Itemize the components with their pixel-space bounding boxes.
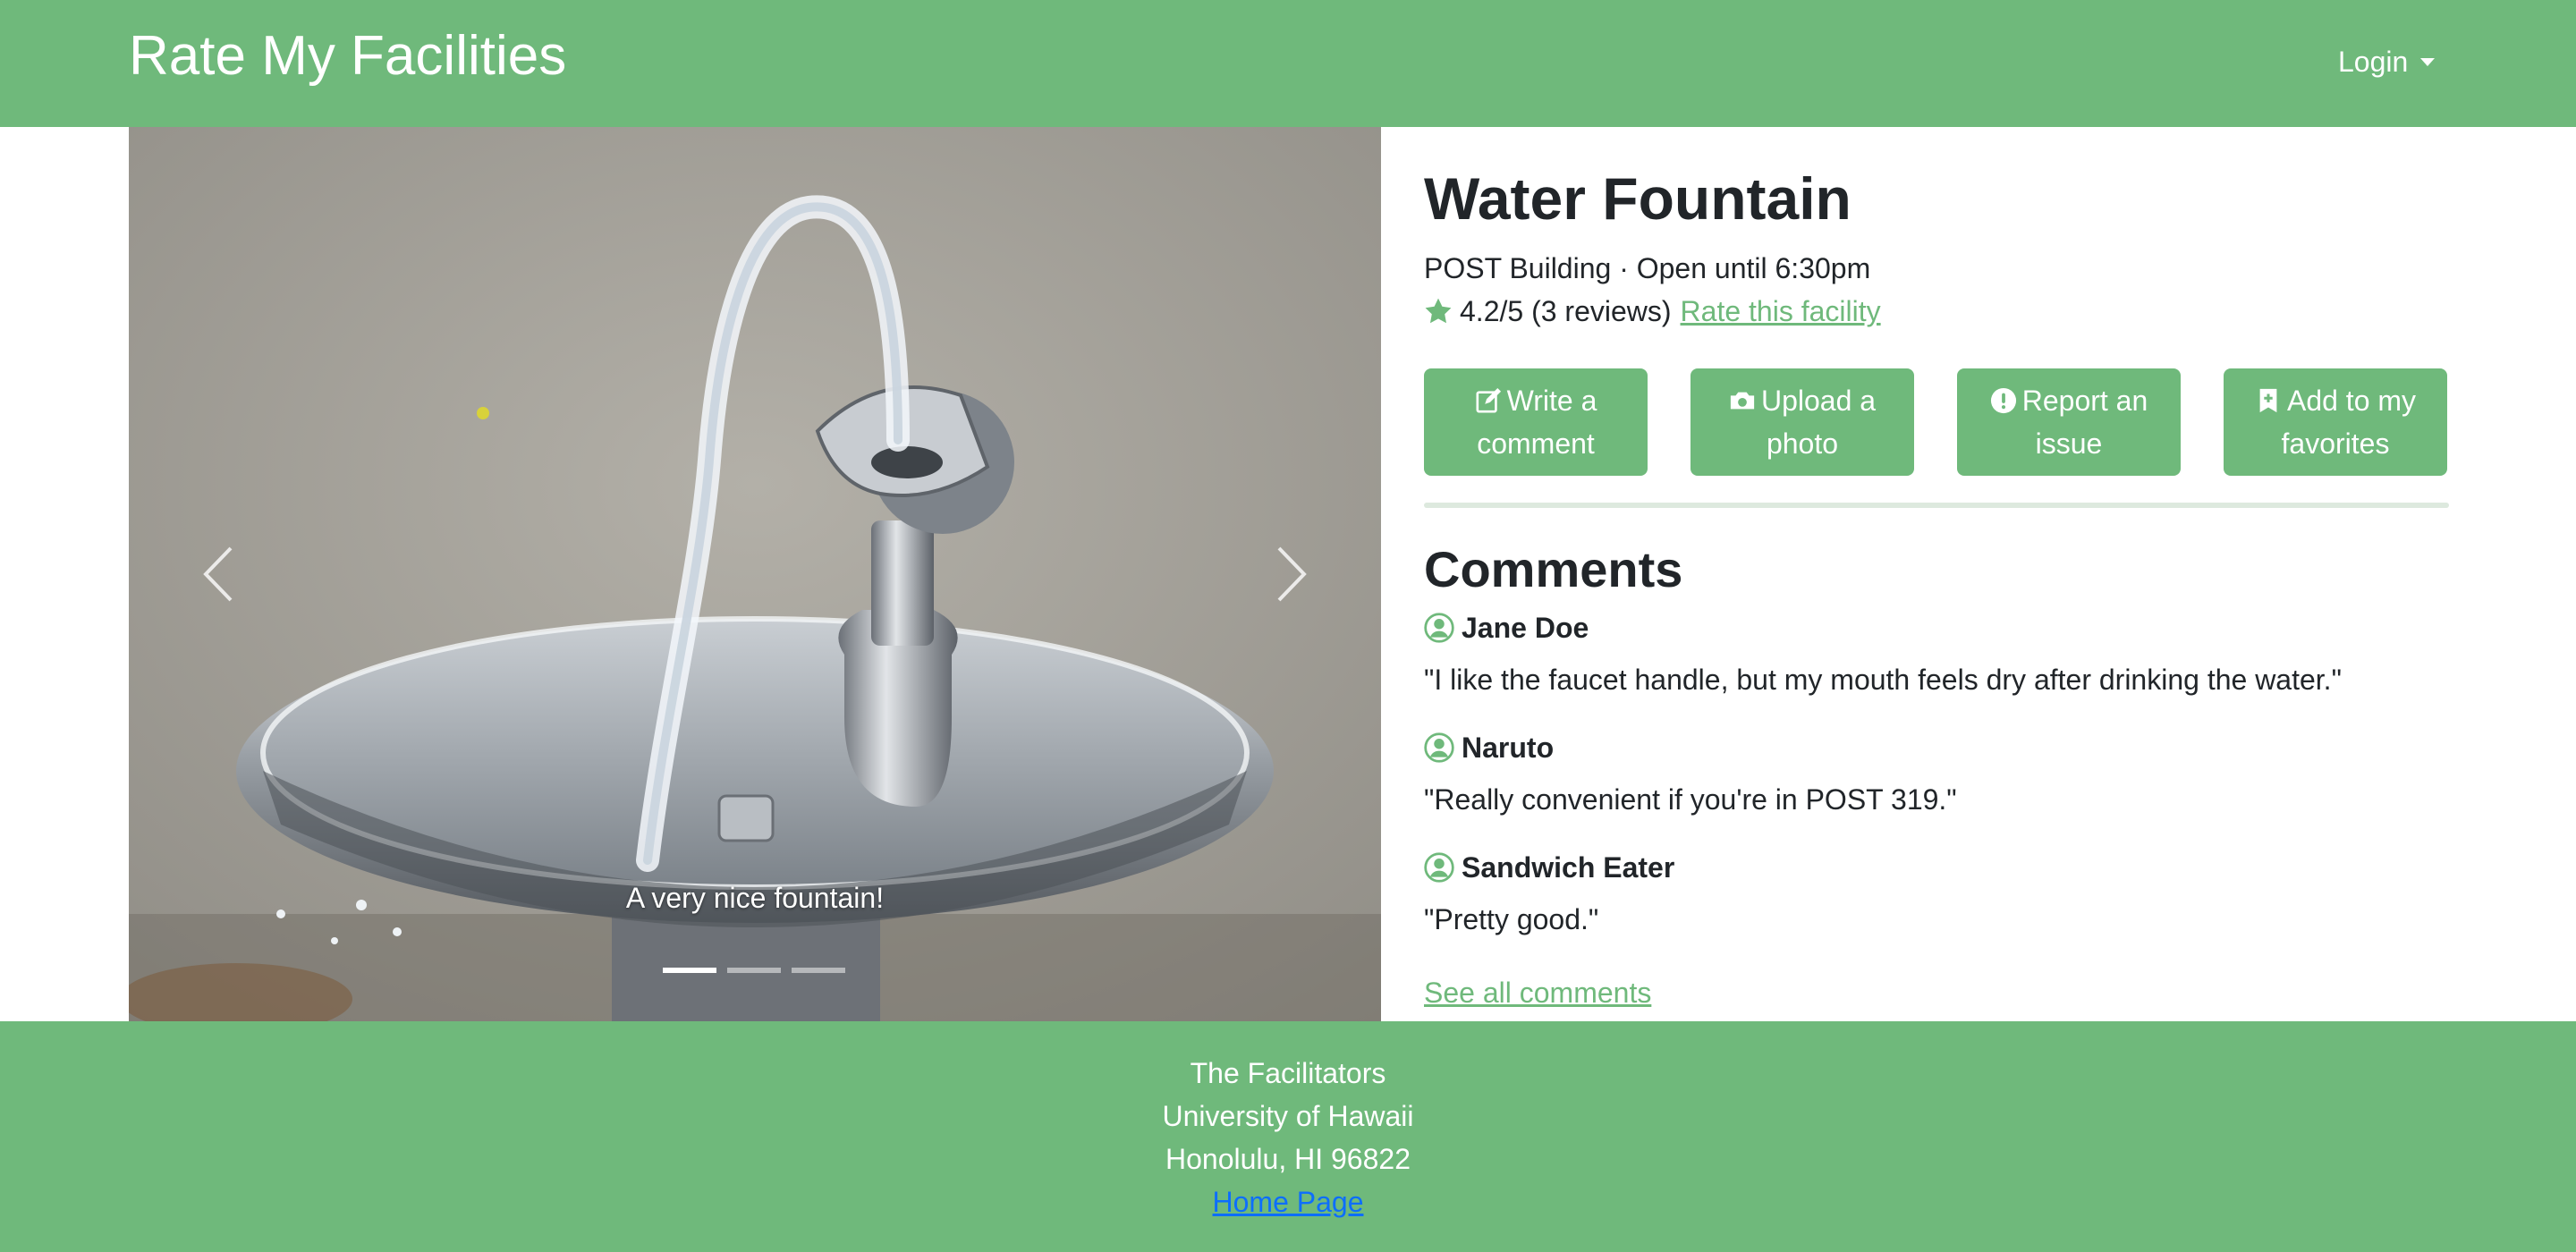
carousel-indicator-3[interactable]	[792, 968, 845, 973]
rate-facility-link[interactable]: Rate this facility	[1681, 292, 1881, 331]
comment-author: Sandwich Eater	[1424, 848, 2449, 887]
camera-icon	[1730, 392, 1755, 410]
footer-address: Honolulu, HI 96822	[1165, 1143, 1411, 1175]
photo-carousel: A very nice fountain!	[129, 127, 1381, 1021]
carousel-indicator-2[interactable]	[727, 968, 781, 973]
carousel-prev-button[interactable]	[165, 520, 272, 628]
login-label: Login	[2338, 46, 2409, 78]
carousel-indicator-1[interactable]	[663, 968, 716, 973]
star-icon	[1425, 298, 1452, 324]
carousel-next-button[interactable]	[1238, 520, 1345, 628]
see-all-comments-link[interactable]: See all comments	[1424, 973, 1651, 1012]
report-issue-button[interactable]: Report an issue	[1957, 368, 2181, 476]
action-buttons: Write a comment Upload a photo Report an…	[1424, 368, 2447, 476]
comment-author-name: Jane Doe	[1462, 612, 1589, 644]
comment-author: Jane Doe	[1424, 608, 2449, 647]
comment-text: "Really convenient if you're in POST 319…	[1424, 783, 1957, 816]
section-divider	[1424, 503, 2449, 508]
upload-photo-label: Upload a photo	[1760, 385, 1877, 460]
upload-photo-button[interactable]: Upload a photo	[1690, 368, 1914, 476]
user-circle-icon	[1424, 852, 1454, 883]
comment-author-name: Naruto	[1462, 732, 1555, 764]
facility-title: Water Fountain	[1424, 165, 1852, 232]
bookmark-plus-icon	[2259, 388, 2277, 413]
comment-item: Sandwich Eater "Pretty good."	[1424, 848, 2449, 939]
home-page-link[interactable]: Home Page	[1213, 1186, 1364, 1218]
caret-down-icon	[2420, 57, 2436, 66]
carousel-caption: A very nice fountain!	[625, 882, 885, 914]
footer-university: University of Hawaii	[1162, 1100, 1414, 1132]
comment-author-name: Sandwich Eater	[1462, 851, 1675, 884]
exclamation-circle-icon	[1990, 387, 2016, 414]
comment-text: "I like the faucet handle, but my mouth …	[1424, 664, 2342, 696]
user-circle-icon	[1424, 613, 1454, 643]
brand-link[interactable]: Rate My Facilities	[129, 23, 566, 89]
report-issue-label: Report an issue	[2021, 385, 2148, 460]
write-comment-button[interactable]: Write a comment	[1424, 368, 1648, 476]
comment-text: "Pretty good."	[1424, 903, 1599, 935]
pencil-square-icon	[1476, 387, 1501, 413]
chevron-left-icon	[203, 546, 233, 602]
login-dropdown[interactable]: Login	[2338, 41, 2436, 82]
comment-author: Naruto	[1424, 728, 2449, 767]
rating-text: 4.2/5 (3 reviews)	[1460, 295, 1672, 327]
footer: The Facilitators University of Hawaii Ho…	[0, 1021, 2576, 1252]
user-circle-icon	[1424, 732, 1454, 763]
add-favorites-label: Add to my favorites	[2281, 385, 2417, 460]
facility-rating: 4.2/5 (3 reviews) Rate this facility	[1424, 292, 1881, 331]
chevron-right-icon	[1277, 546, 1307, 602]
comments-heading: Comments	[1424, 541, 1683, 597]
add-favorites-button[interactable]: Add to my favorites	[2224, 368, 2447, 476]
footer-org: The Facilitators	[1190, 1057, 1386, 1089]
comment-item: Naruto "Really convenient if you're in P…	[1424, 728, 2449, 819]
navbar: Rate My Facilities Login	[0, 0, 2576, 127]
facility-location-hours: POST Building · Open until 6:30pm	[1424, 252, 1871, 284]
carousel-indicators	[663, 968, 845, 973]
comment-item: Jane Doe "I like the faucet handle, but …	[1424, 608, 2449, 699]
